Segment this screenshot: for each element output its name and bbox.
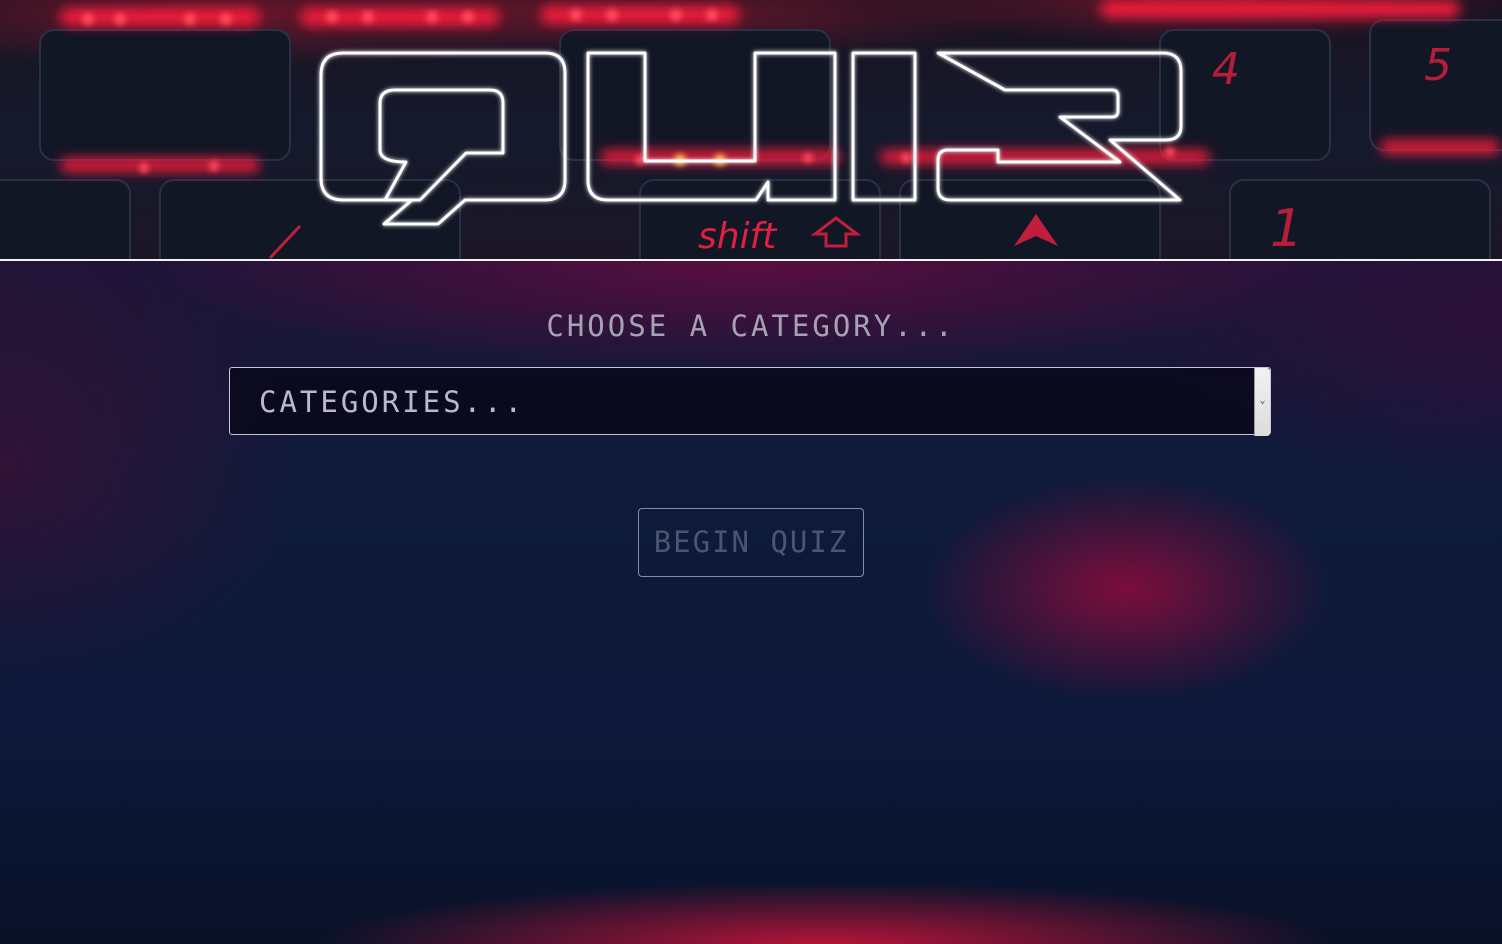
chevron-down-icon[interactable]: ⌄ <box>1254 368 1270 436</box>
shift-key-label: shift <box>698 216 778 257</box>
category-select-value: CATEGORIES... <box>259 385 525 419</box>
main-background <box>0 261 1502 944</box>
key-1-label: 1 <box>1270 199 1303 259</box>
key-4-label: 4 <box>1212 44 1240 95</box>
quiz-page: shift 4 5 1 CHOOSE A CATEGORY... CATEGOR… <box>0 0 1502 944</box>
header-banner: shift 4 5 1 <box>0 0 1502 260</box>
category-select[interactable]: CATEGORIES... ⌄ <box>229 367 1271 436</box>
choose-category-heading: CHOOSE A CATEGORY... <box>546 309 956 343</box>
begin-quiz-button[interactable]: BEGIN QUIZ <box>638 508 864 577</box>
key-5-label: 5 <box>1424 40 1452 91</box>
keyboard-background-image: shift 4 5 1 <box>0 0 1502 260</box>
